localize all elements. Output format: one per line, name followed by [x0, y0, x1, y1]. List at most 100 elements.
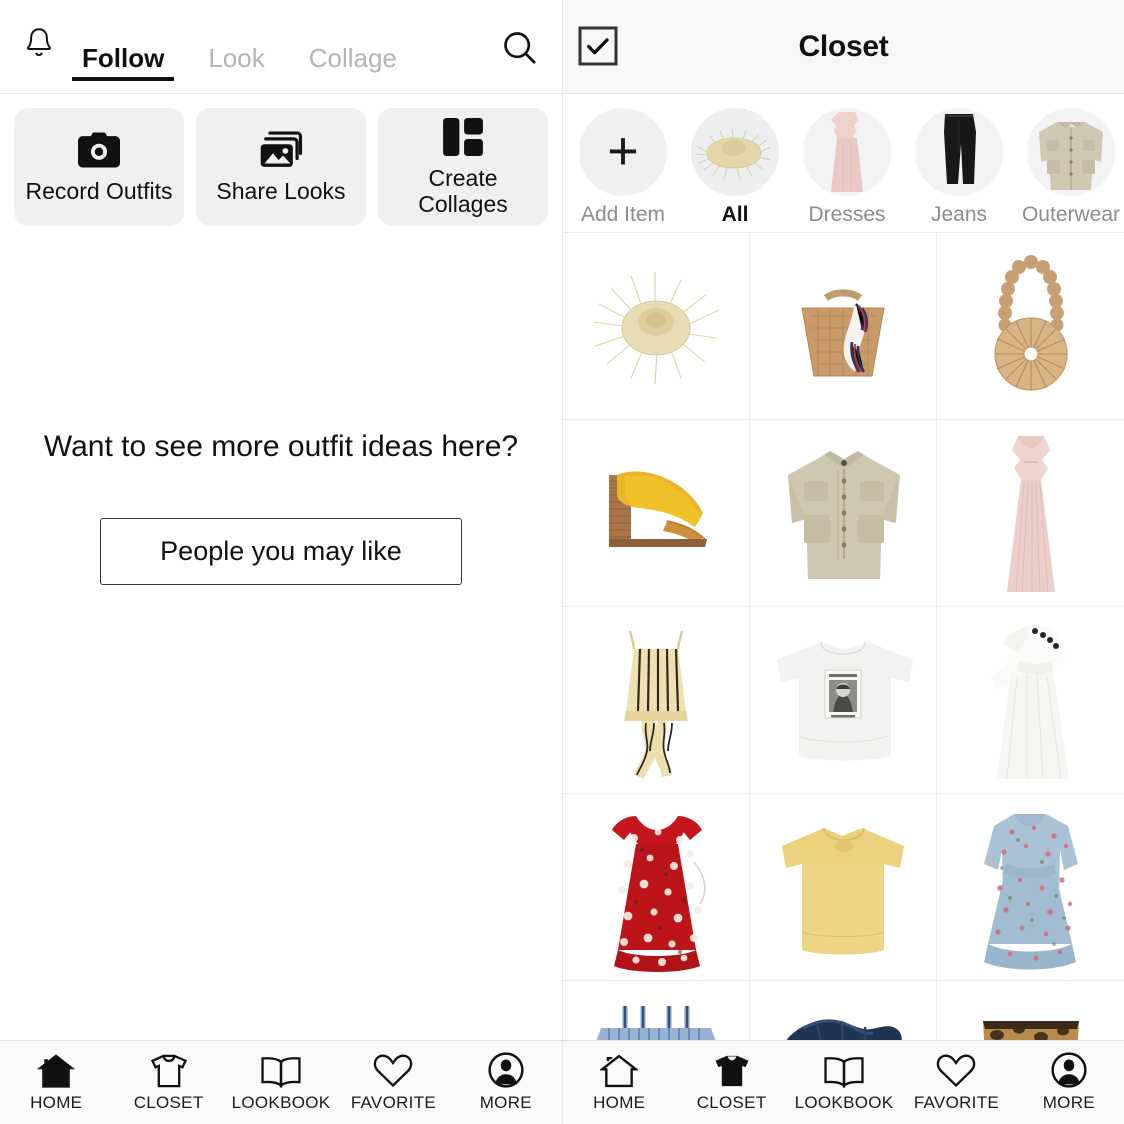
quick-actions-row: Record Outfits Share Looks Create Collag… [0, 94, 562, 226]
tabbar-label-closet: CLOSET [696, 1093, 767, 1112]
search-icon [500, 32, 540, 72]
tab-follow[interactable]: Follow [71, 45, 175, 81]
category-label-outerwear: Outerwear [1021, 203, 1121, 226]
yellow-mule-heel-image [609, 471, 707, 547]
white-graphic-tee-image [777, 641, 913, 761]
closet-item[interactable] [750, 233, 937, 420]
closet-item[interactable] [937, 794, 1124, 981]
heart-icon [936, 1052, 976, 1088]
page-title: Closet [798, 29, 889, 63]
tabbar-item-more[interactable]: MORE [1013, 1041, 1124, 1124]
home-icon [600, 1052, 639, 1088]
pink-dress-thumb [803, 108, 891, 196]
camera-icon [78, 130, 120, 170]
book-icon [824, 1052, 864, 1088]
tabbar-label-lookbook: LOOKBOOK [794, 1093, 894, 1112]
yellow-tshirt-image [781, 827, 904, 954]
khaki-jacket-thumb [1027, 108, 1115, 196]
category-add-item[interactable]: + Add Item [571, 108, 675, 232]
people-you-may-like-button[interactable]: People you may like [100, 518, 462, 585]
category-label-jeans: Jeans [930, 203, 988, 226]
jeans-circle [915, 108, 1003, 196]
empty-state-title: Want to see more outfit ideas here? [43, 430, 519, 463]
category-label-all: All [721, 203, 749, 226]
home-icon [37, 1052, 76, 1088]
collage-grid-icon [443, 117, 483, 157]
closet-header: Closet [563, 0, 1124, 94]
tabbar-item-more[interactable]: MORE [450, 1041, 562, 1124]
tabbar-item-lookbook[interactable]: LOOKBOOK [225, 1041, 337, 1124]
tshirt-icon [713, 1052, 751, 1088]
red-floral-dress-image [611, 816, 706, 972]
right-tabbar: HOME CLOSET LOOKBOOK FAVORITE MORE [563, 1040, 1124, 1124]
closet-panel: Closet + Add Item All Dresses Jeans Oute… [562, 0, 1124, 1124]
closet-item[interactable] [563, 420, 750, 607]
woven-tote-striped-scarf-image [801, 289, 885, 377]
feed-header: Follow Look Collage [0, 0, 562, 94]
category-all[interactable]: All [683, 108, 787, 232]
dresses-circle [803, 108, 891, 196]
tabbar-item-favorite[interactable]: FAVORITE [900, 1041, 1012, 1124]
photos-icon [259, 130, 303, 170]
pink-maxi-dress-image [1006, 436, 1055, 593]
closet-item-grid [563, 232, 1124, 1124]
tabbar-item-closet[interactable]: CLOSET [112, 1041, 224, 1124]
feed-empty-state: Want to see more outfit ideas here? Peop… [0, 430, 562, 585]
notifications-button[interactable] [0, 25, 78, 68]
tabbar-item-home[interactable]: HOME [0, 1041, 112, 1124]
category-outerwear[interactable]: Outerwear [1019, 108, 1123, 232]
category-label-add-item: Add Item [580, 203, 666, 226]
tab-collage[interactable]: Collage [305, 45, 401, 81]
white-one-shoulder-dress-image [990, 625, 1069, 780]
record-outfits-label: Record Outfits [25, 177, 173, 204]
category-dresses[interactable]: Dresses [795, 108, 899, 232]
heart-icon [373, 1052, 413, 1088]
checkbox-checked-icon [578, 26, 618, 70]
striped-tie-back-top-image [624, 630, 688, 779]
straw-fringe-hat-image [592, 272, 720, 385]
closet-item[interactable] [937, 607, 1124, 794]
closet-item[interactable] [750, 420, 937, 607]
share-looks-button[interactable]: Share Looks [196, 108, 366, 226]
person-icon [1051, 1052, 1087, 1088]
category-jeans[interactable]: Jeans [907, 108, 1011, 232]
outerwear-circle [1027, 108, 1115, 196]
tabbar-item-favorite[interactable]: FAVORITE [337, 1041, 449, 1124]
category-scroller[interactable]: + Add Item All Dresses Jeans Outerwear [563, 94, 1124, 232]
tabbar-item-closet[interactable]: CLOSET [675, 1041, 787, 1124]
tabbar-label-home: HOME [593, 1093, 646, 1112]
record-outfits-button[interactable]: Record Outfits [14, 108, 184, 226]
straw-hat-thumb [691, 108, 779, 196]
tabbar-label-home: HOME [30, 1093, 83, 1112]
closet-item[interactable] [563, 233, 750, 420]
tabbar-label-more: MORE [1042, 1093, 1095, 1112]
category-label-dresses: Dresses [808, 203, 886, 226]
closet-item[interactable] [937, 420, 1124, 607]
closet-item[interactable] [750, 607, 937, 794]
feed-tab-list: Follow Look Collage [71, 0, 401, 93]
share-looks-label: Share Looks [216, 177, 346, 204]
plus-icon: + [607, 121, 639, 182]
tabbar-label-favorite: FAVORITE [350, 1093, 437, 1112]
add-item-circle: + [579, 108, 667, 196]
left-tabbar: HOME CLOSET LOOKBOOK FAVORITE MORE [0, 1040, 562, 1124]
tabbar-item-lookbook[interactable]: LOOKBOOK [788, 1041, 900, 1124]
closet-item[interactable] [563, 607, 750, 794]
closet-item[interactable] [750, 794, 937, 981]
bell-icon [22, 25, 56, 68]
closet-item[interactable] [937, 233, 1124, 420]
black-jeans-thumb [915, 108, 1003, 196]
tabbar-label-more: MORE [479, 1093, 532, 1112]
tabbar-label-closet: CLOSET [133, 1093, 204, 1112]
feed-panel: Follow Look Collage Record Outfits Share… [0, 0, 562, 1124]
app-screenshot: Follow Look Collage Record Outfits Share… [0, 0, 1124, 1124]
tshirt-icon [150, 1052, 188, 1088]
tabbar-item-home[interactable]: HOME [563, 1041, 675, 1124]
khaki-utility-jacket-image [787, 451, 900, 579]
beaded-round-bag-image [993, 255, 1068, 391]
search-button[interactable] [500, 28, 540, 73]
tab-look[interactable]: Look [204, 45, 268, 81]
select-mode-button[interactable] [578, 26, 618, 71]
closet-item[interactable] [563, 794, 750, 981]
create-collages-button[interactable]: Create Collages [378, 108, 548, 226]
